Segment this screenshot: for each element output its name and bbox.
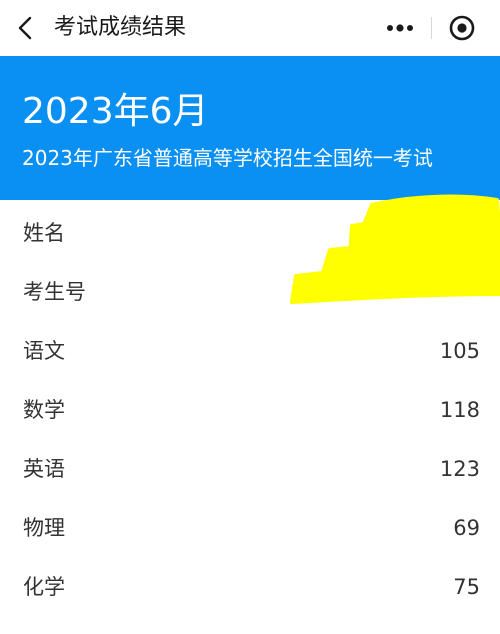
score-result-page: 考试成绩结果 2023年6月 2023年广东省普通高等学校招生全国统一考试 姓名 <box>0 0 500 634</box>
next-row-partial <box>22 628 92 634</box>
redaction-highlight <box>290 194 500 304</box>
